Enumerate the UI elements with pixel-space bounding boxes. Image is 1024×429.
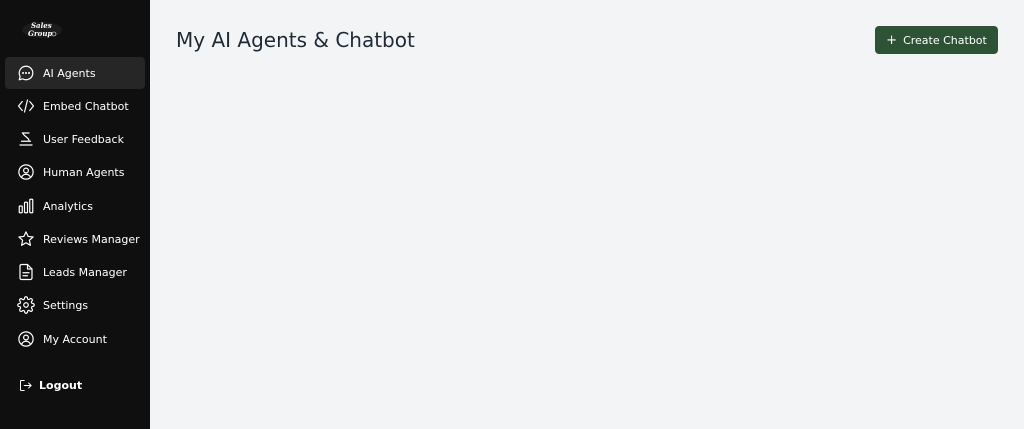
gear-icon — [16, 295, 36, 315]
sidebar-item-label: Human Agents — [43, 165, 125, 179]
plus-icon: + — [886, 32, 898, 48]
sidebar-item-label: User Feedback — [43, 132, 124, 146]
document-icon — [16, 262, 36, 282]
account-icon — [16, 329, 36, 349]
create-chatbot-label: Create Chatbot — [903, 33, 987, 47]
logout-label: Logout — [39, 378, 83, 392]
star-icon — [16, 229, 36, 249]
sidebar-item-label: Leads Manager — [43, 265, 127, 279]
sidebar-item-embed-chatbot[interactable]: Embed Chatbot — [5, 90, 145, 122]
code-icon — [16, 96, 36, 116]
sidebar-item-settings[interactable]: Settings — [5, 289, 145, 321]
sidebar-item-label: My Account — [43, 332, 107, 346]
user-circle-icon — [16, 162, 36, 182]
brand-logo[interactable]: Sales Group — [20, 18, 70, 42]
create-chatbot-button[interactable]: + Create Chatbot — [875, 26, 998, 54]
bar-chart-icon — [16, 196, 36, 216]
svg-text:Group: Group — [28, 29, 52, 38]
chat-bubble-icon — [16, 63, 36, 83]
sidebar-item-label: Embed Chatbot — [43, 99, 129, 113]
sidebar-item-label: Reviews Manager — [43, 232, 140, 246]
sidebar-item-reviews-manager[interactable]: Reviews Manager — [5, 223, 145, 255]
sidebar-item-user-feedback[interactable]: User Feedback — [5, 123, 145, 155]
page-title: My AI Agents & Chatbot — [176, 28, 415, 52]
sidebar-item-label: Analytics — [43, 199, 93, 213]
sidebar-item-my-account[interactable]: My Account — [5, 323, 145, 355]
sidebar-item-ai-agents[interactable]: AI Agents — [5, 57, 145, 89]
sidebar-item-label: Settings — [43, 298, 89, 312]
feedback-icon — [16, 129, 36, 149]
sidebar-item-label: AI Agents — [43, 66, 96, 80]
sidebar: Sales Group AI Agents Embed Chatbot User… — [0, 0, 150, 429]
sidebar-item-analytics[interactable]: Analytics — [5, 190, 145, 222]
logout-icon — [16, 376, 34, 394]
sidebar-item-leads-manager[interactable]: Leads Manager — [5, 256, 145, 288]
sidebar-item-human-agents[interactable]: Human Agents — [5, 156, 145, 188]
logout-button[interactable]: Logout — [5, 369, 145, 401]
